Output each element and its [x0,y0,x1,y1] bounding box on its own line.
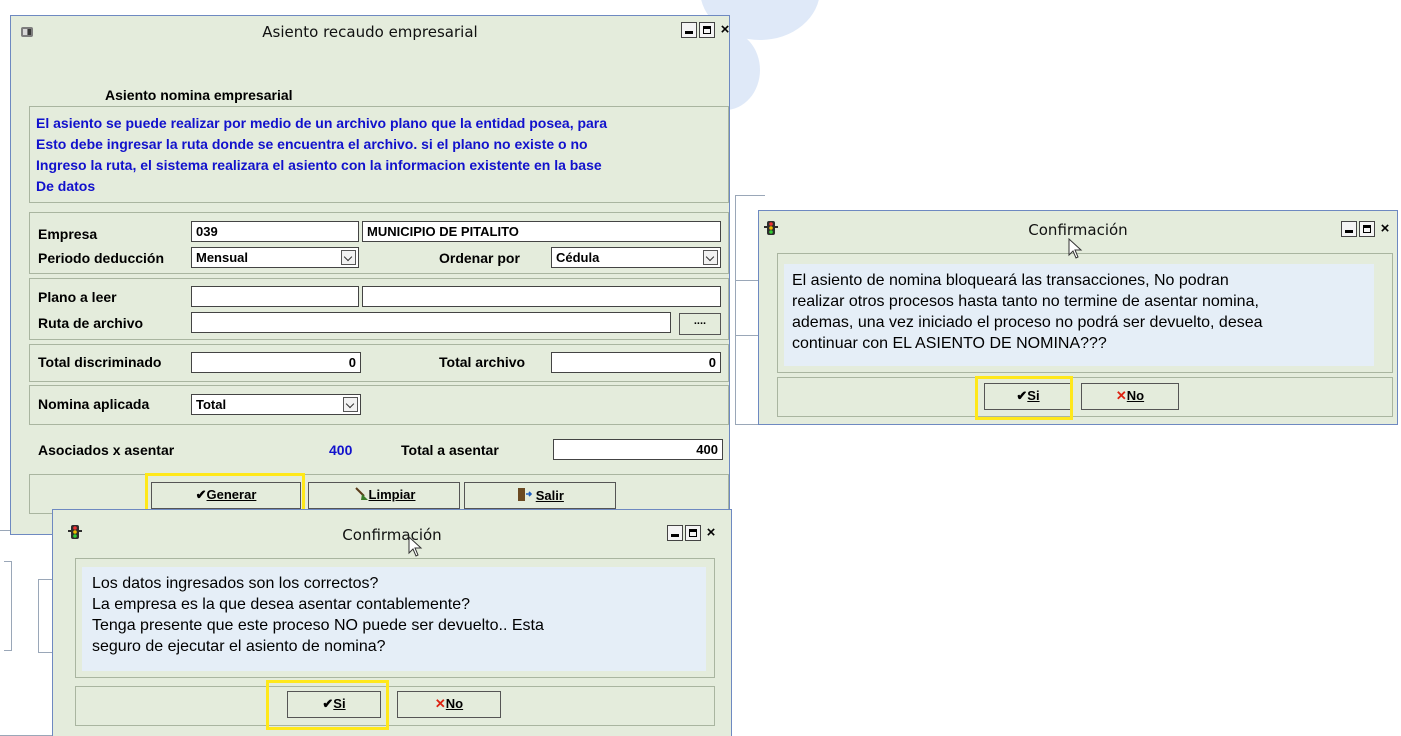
info-line: De datos [36,178,96,194]
close-button[interactable]: × [1377,221,1393,237]
ordenar-value: Cédula [556,250,600,265]
minimize-button[interactable] [667,525,683,541]
maximize-button[interactable] [685,525,701,541]
mouse-cursor-icon [1068,238,1083,259]
empresa-label: Empresa [38,226,98,242]
highlight-box [266,680,389,730]
message-panel: Los datos ingresados son los correctos? … [75,558,715,678]
total-archivo-field[interactable]: 0 [551,352,721,373]
message-panel: El asiento de nomina bloqueará las trans… [777,253,1393,373]
highlight-box [975,376,1073,420]
total-archivo-label: Total archivo [439,354,526,370]
confirm-dialog-bottom: Confirmación × Los datos ingresados son … [52,509,732,736]
chevron-down-icon[interactable] [341,250,356,265]
message-line: El asiento de nomina bloqueará las trans… [792,272,1229,289]
total-asentar-field[interactable]: 400 [553,439,723,460]
periodo-value: Mensual [196,250,249,265]
info-line: El asiento se puede realizar por medio d… [36,115,608,131]
message-line: seguro de ejecutar el asiento de nomina? [92,638,386,655]
message-line: realizar otros procesos hasta tanto no t… [792,293,1259,310]
section-title: Asiento nomina empresarial [105,87,293,103]
ordenar-select[interactable]: Cédula [551,247,721,268]
nomina-aplicada-select[interactable]: Total [191,394,361,415]
confirm-dialog-title: Confirmación [1028,221,1128,239]
x-icon: ✕ [1115,388,1127,403]
message-line: La empresa es la que desea asentar conta… [92,596,471,613]
plano-label: Plano a leer [38,289,117,305]
ruta-label: Ruta de archivo [38,315,144,331]
ordenar-label: Ordenar por [439,250,520,266]
background-window-frame [0,530,60,736]
close-button[interactable]: × [703,525,719,541]
periodo-label: Periodo deducción [38,250,165,266]
nomina-aplicada-label: Nomina aplicada [38,396,150,412]
plano-field-2[interactable] [362,286,721,307]
asociados-label: Asociados x asentar [38,442,175,458]
info-line: Esto debe ingresar la ruta donde se encu… [36,136,588,152]
confirm-dialog-title: Confirmación [342,526,442,544]
limpiar-button[interactable]: Limpiar [308,482,460,509]
total-discriminado-field[interactable]: 0 [191,352,361,373]
minimize-button[interactable] [681,22,697,38]
message-line: continuar con EL ASIENTO DE NOMINA??? [792,335,1107,352]
salir-button[interactable]: Salir [464,482,616,509]
empresa-name-field[interactable]: MUNICIPIO DE PITALITO [362,221,721,242]
plano-field-1[interactable] [191,286,359,307]
maximize-button[interactable] [699,22,715,38]
message-box: Los datos ingresados son los correctos? … [82,567,706,671]
message-line: Tenga presente que este proceso NO puede… [92,617,544,634]
chevron-down-icon[interactable] [343,397,358,412]
total-discriminado-label: Total discriminado [38,354,162,370]
info-line: Ingreso la ruta, el sistema realizara el… [36,157,602,173]
maximize-button[interactable] [1359,221,1375,237]
periodo-select[interactable]: Mensual [191,247,359,268]
browse-button[interactable]: .... [679,313,721,335]
minimize-button[interactable] [1341,221,1357,237]
close-button[interactable]: × [717,22,733,38]
message-box: El asiento de nomina bloqueará las trans… [784,264,1374,366]
main-window-titlebar: Asiento recaudo empresarial × [11,16,729,48]
nomina-aplicada-value: Total [196,397,227,412]
ruta-field[interactable] [191,312,671,333]
total-asentar-label: Total a asentar [401,442,499,458]
message-line: ademas, una vez iniciado el proceso no p… [792,314,1263,331]
main-window-title: Asiento recaudo empresarial [262,23,478,41]
exit-door-icon [518,488,533,501]
info-panel: El asiento se puede realizar por medio d… [29,106,729,203]
no-button[interactable]: ✕No [397,691,501,718]
message-line: Los datos ingresados son los correctos? [92,575,379,592]
mouse-cursor-icon [408,536,423,557]
no-button[interactable]: ✕No [1081,383,1179,410]
empresa-code-field[interactable]: 039 [191,221,359,242]
main-window: Asiento recaudo empresarial × Asiento no… [10,15,730,535]
x-icon: ✕ [434,696,446,711]
chevron-down-icon[interactable] [703,250,718,265]
broom-icon [354,487,368,500]
dialog-button-bar [75,686,715,726]
asociados-value: 400 [329,442,353,458]
confirm-dialog-titlebar: Confirmación × [53,514,731,550]
